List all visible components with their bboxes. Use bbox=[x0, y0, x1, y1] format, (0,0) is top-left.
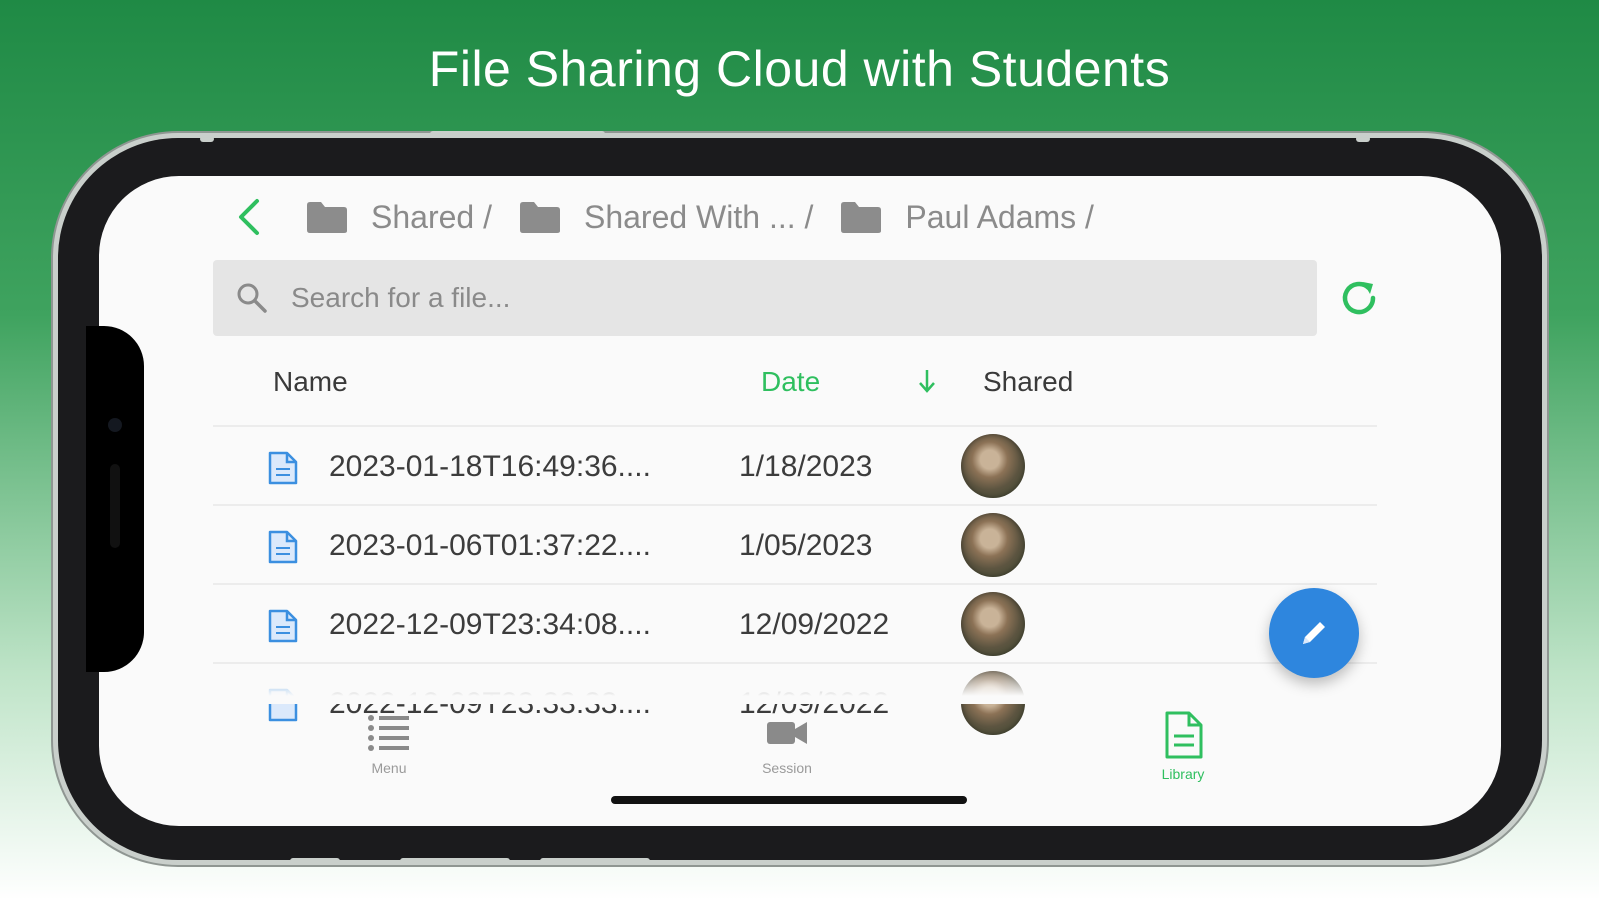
file-date: 1/05/2023 bbox=[739, 529, 873, 562]
folder-icon bbox=[841, 202, 882, 233]
avatar[interactable] bbox=[961, 592, 1025, 656]
breadcrumb-label: Shared With ... / bbox=[583, 198, 814, 235]
phone-notch bbox=[86, 326, 144, 672]
nav-label: Menu bbox=[371, 760, 407, 776]
breadcrumb-item-shared[interactable]: Shared / bbox=[305, 199, 492, 236]
file-date: 12/09/2022 bbox=[739, 608, 890, 641]
document-icon bbox=[1165, 711, 1203, 759]
arrow-down-icon[interactable] bbox=[917, 366, 937, 396]
breadcrumb: Shared / Shared With ... / Paul Adams / bbox=[235, 196, 1120, 238]
headline: File Sharing Cloud with Students bbox=[428, 41, 1171, 97]
nav-label: Session bbox=[762, 760, 812, 776]
refresh-icon[interactable] bbox=[1337, 276, 1381, 320]
search-bar bbox=[213, 260, 1317, 336]
file-name: 2023-01-06T01:37:22.... bbox=[329, 529, 651, 562]
file-name: 2023-01-18T16:49:36.... bbox=[329, 450, 651, 483]
search-input[interactable] bbox=[289, 281, 1193, 315]
search-icon bbox=[237, 283, 267, 313]
divider bbox=[213, 504, 1377, 506]
chevron-left-icon bbox=[239, 199, 259, 235]
pencil-icon bbox=[1303, 622, 1325, 644]
breadcrumb-item-paul-adams[interactable]: Paul Adams / bbox=[839, 199, 1094, 236]
video-camera-icon bbox=[767, 722, 807, 744]
list-icon bbox=[368, 715, 409, 751]
breadcrumb-label: Paul Adams / bbox=[905, 198, 1094, 235]
app-screen: Shared / Shared With ... / Paul Adams / … bbox=[99, 176, 1501, 826]
table-row[interactable]: 2023-01-06T01:37:22.... 1/05/2023 bbox=[213, 507, 1377, 585]
phone-side-button bbox=[540, 858, 650, 864]
nav-item-library[interactable]: Library bbox=[1123, 710, 1243, 782]
phone-side-button bbox=[430, 131, 605, 137]
file-icon bbox=[268, 451, 298, 485]
nav-item-menu[interactable]: Menu bbox=[329, 710, 449, 776]
camera-icon bbox=[108, 418, 122, 432]
edit-fab-button[interactable] bbox=[1269, 588, 1359, 678]
table-row[interactable]: 2023-01-18T16:49:36.... 1/18/2023 bbox=[213, 428, 1377, 506]
bottom-navigation: Menu Session Library bbox=[99, 702, 1501, 826]
back-button[interactable] bbox=[235, 196, 267, 238]
file-icon bbox=[268, 530, 298, 564]
breadcrumb-item-shared-with[interactable]: Shared With ... / bbox=[518, 199, 813, 236]
home-indicator[interactable] bbox=[611, 796, 967, 804]
nav-label: Library bbox=[1161, 766, 1205, 782]
folder-icon bbox=[519, 202, 560, 233]
table-row[interactable]: 2022-12-09T23:34:08.... 12/09/2022 bbox=[213, 586, 1377, 664]
file-icon bbox=[268, 609, 298, 643]
file-date: 1/18/2023 bbox=[739, 450, 873, 483]
column-header-shared[interactable]: Shared bbox=[983, 366, 1073, 398]
folder-icon bbox=[307, 202, 347, 233]
speaker-grille bbox=[110, 464, 120, 548]
column-header-name[interactable]: Name bbox=[273, 366, 348, 398]
phone-side-button bbox=[400, 858, 510, 864]
nav-item-session[interactable]: Session bbox=[727, 710, 847, 776]
divider bbox=[213, 425, 1377, 427]
phone-side-button bbox=[1356, 136, 1370, 142]
avatar[interactable] bbox=[961, 434, 1025, 498]
phone-side-button bbox=[200, 136, 214, 142]
phone-side-button bbox=[290, 858, 340, 864]
column-header-date[interactable]: Date bbox=[761, 366, 820, 398]
file-name: 2022-12-09T23:34:08.... bbox=[329, 608, 651, 641]
divider bbox=[213, 583, 1377, 585]
avatar[interactable] bbox=[961, 513, 1025, 577]
breadcrumb-label: Shared / bbox=[371, 198, 492, 235]
